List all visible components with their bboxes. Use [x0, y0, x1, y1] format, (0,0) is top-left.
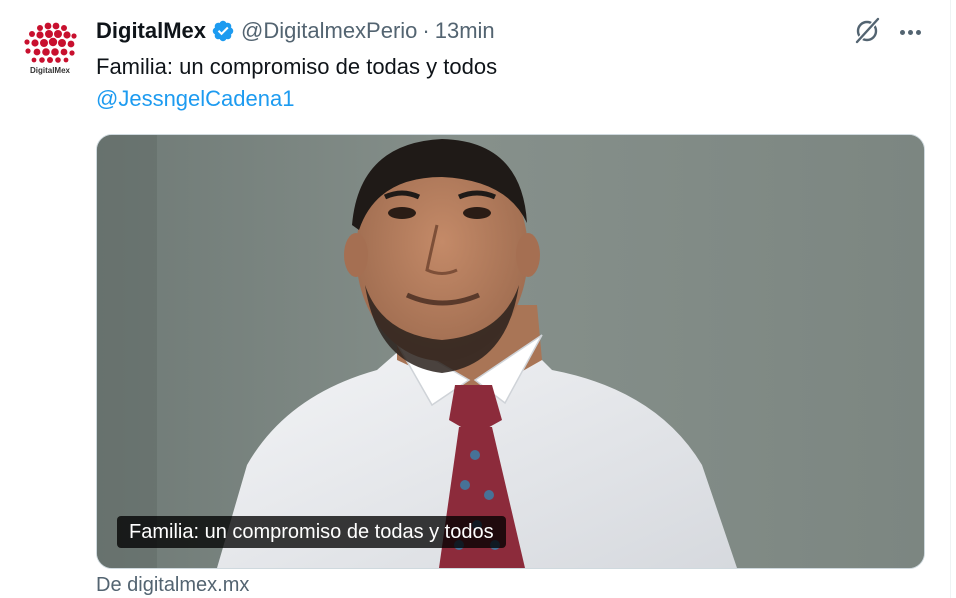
card-caption: Familia: un compromiso de todas y todos: [117, 516, 506, 548]
tweet-header: DigitalMex @DigitalmexPerio · 13min: [96, 14, 495, 48]
avatar[interactable]: DigitalMex: [18, 18, 82, 82]
author-name[interactable]: DigitalMex: [96, 18, 206, 44]
tweet-timestamp[interactable]: 13min: [435, 18, 495, 44]
grok-icon[interactable]: [852, 16, 882, 46]
column-divider: [950, 0, 951, 598]
portrait-photo: [97, 135, 924, 568]
author-handle[interactable]: @DigitalmexPerio: [241, 18, 417, 44]
separator-dot: ·: [422, 18, 430, 43]
more-options-icon[interactable]: [896, 18, 924, 46]
card-source-link[interactable]: De digitalmex.mx: [96, 574, 249, 597]
logo-wordmark: DigitalMex: [30, 66, 71, 75]
mention-link[interactable]: @JessngelCadena1: [96, 84, 294, 114]
verified-badge-icon[interactable]: [211, 19, 235, 43]
digitalmex-logo: DigitalMex: [24, 22, 77, 75]
link-card[interactable]: Familia: un compromiso de todas y todos: [96, 134, 925, 569]
tweet-text: Familia: un compromiso de todas y todos: [96, 54, 498, 79]
